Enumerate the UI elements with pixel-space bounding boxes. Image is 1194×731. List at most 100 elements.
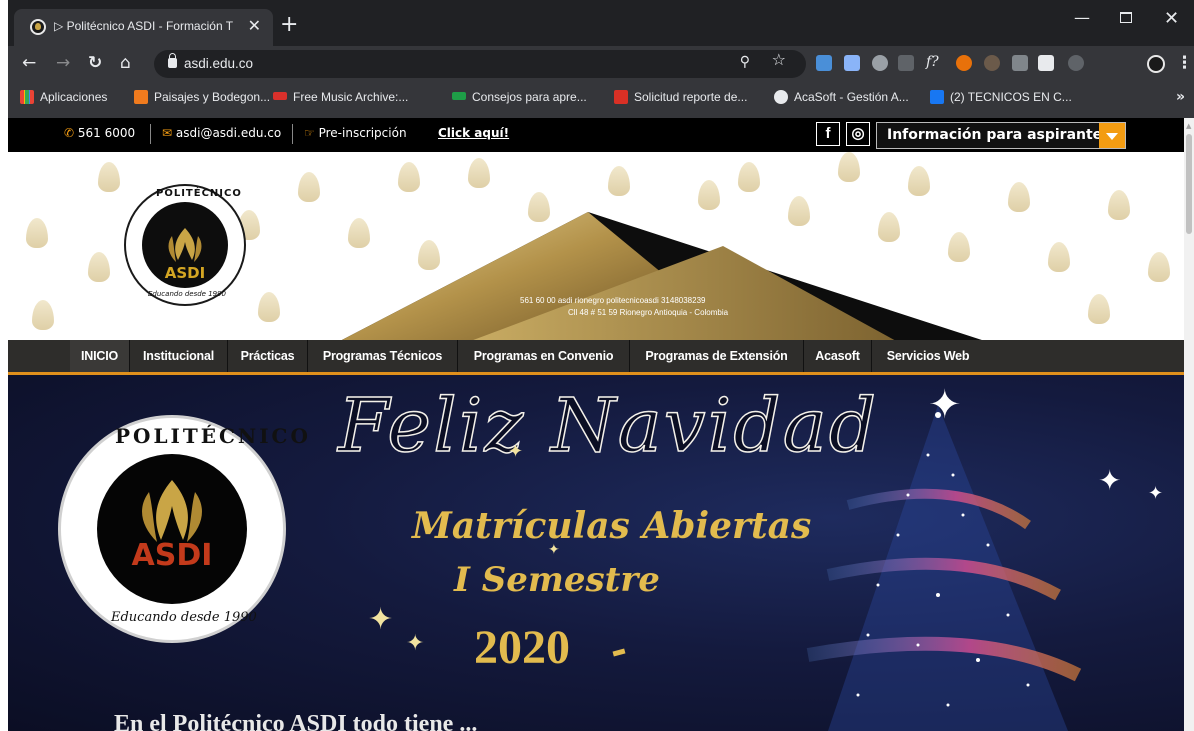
back-arrow-icon[interactable]: ←	[22, 54, 36, 72]
url-text[interactable]: asdi.edu.co	[184, 56, 253, 71]
seal-arc-text: POLITÉCNICO	[115, 424, 311, 448]
tab-title: ▷ Politécnico ASDI - Formación T	[54, 19, 234, 33]
extension-eye-icon[interactable]	[956, 55, 972, 71]
tab-close-icon[interactable]: ✕	[248, 16, 261, 35]
bookmark-label: Paisajes y Bodegon...	[154, 90, 271, 104]
site-header: ASDI POLITÉCNICO Educando desde 1990 561…	[8, 152, 1184, 340]
scroll-up-icon[interactable]: ▲	[1186, 122, 1191, 130]
menu-kebab-icon[interactable]: ⋮	[1176, 53, 1193, 73]
leaf-decoration	[1148, 252, 1170, 282]
lock-icon[interactable]	[168, 53, 177, 68]
seal-emblem-icon	[142, 480, 202, 542]
extension-formula-icon[interactable]: f?	[926, 54, 939, 70]
site-favicon-icon	[30, 19, 46, 35]
preinscripcion-link[interactable]: ☞ Pre-inscripción	[304, 126, 407, 140]
forward-arrow-icon[interactable]: →	[56, 54, 70, 72]
extension-bird-icon[interactable]	[984, 55, 1000, 71]
bookmarks-bar: Aplicaciones Paisajes y Bodegon... Free …	[8, 82, 1194, 114]
bookmark-b-icon	[134, 90, 148, 104]
sparkle-star-icon: ✦	[1098, 464, 1122, 497]
nav-practicas[interactable]: Prácticas	[228, 340, 308, 372]
bookmark-item[interactable]: AcaSoft - Gestión A...	[774, 90, 909, 104]
banner-footer-text: En el Politécnico ASDI todo tiene ...	[114, 711, 478, 731]
bookmarks-overflow-icon[interactable]: »	[1176, 89, 1185, 105]
nav-acasoft[interactable]: Acasoft	[804, 340, 872, 372]
leaf-decoration	[258, 292, 280, 322]
nav-institucional[interactable]: Institucional	[130, 340, 228, 372]
browser-window: ▷ Politécnico ASDI - Formación T ✕ + — ✕…	[8, 0, 1194, 118]
dash-mark	[612, 648, 626, 657]
bookmark-apps[interactable]: Aplicaciones	[20, 90, 107, 104]
page-scrollbar[interactable]: ▲	[1184, 118, 1194, 731]
divider	[150, 124, 151, 144]
scrollbar-thumb[interactable]	[1186, 134, 1192, 234]
tab-strip: ▷ Politécnico ASDI - Formación T ✕ + — ✕	[8, 0, 1194, 46]
extension-cube-icon[interactable]	[816, 55, 832, 71]
tab-active[interactable]: ▷ Politécnico ASDI - Formación T ✕	[14, 9, 273, 46]
bookmark-green-icon	[452, 92, 466, 100]
web-page: ✆ 561 6000 ✉ asdi@asdi.edu.co ☞ Pre-insc…	[8, 118, 1184, 731]
email-link[interactable]: ✉ asdi@asdi.edu.co	[162, 126, 281, 140]
bookmark-item[interactable]: (2) TECNICOS EN C...	[930, 90, 1072, 104]
envelope-icon: ✉	[162, 126, 173, 140]
email-address: asdi@asdi.edu.co	[175, 126, 282, 140]
phone-icon: ✆	[64, 126, 75, 140]
minimize-icon[interactable]: —	[1074, 8, 1090, 27]
nav-programas-convenio[interactable]: Programas en Convenio	[458, 340, 630, 372]
bookmark-item[interactable]: Consejos para apre...	[452, 90, 587, 104]
bookmark-item[interactable]: Solicitud reporte de...	[614, 90, 747, 104]
reload-icon[interactable]: ↻	[88, 54, 102, 72]
extension-record-icon[interactable]	[872, 55, 888, 71]
sparkle-star-icon: ✦	[406, 631, 425, 656]
extension-pen-icon[interactable]	[1012, 55, 1028, 71]
leaf-decoration	[88, 252, 110, 282]
bookmark-label: (2) TECNICOS EN C...	[950, 90, 1072, 104]
leaf-decoration	[738, 162, 760, 192]
facebook-icon[interactable]: f	[816, 122, 840, 146]
extension-docs-icon[interactable]	[844, 55, 860, 71]
aspirantes-dropdown[interactable]: Información para aspirantes	[876, 122, 1126, 149]
profile-avatar[interactable]	[1147, 55, 1165, 73]
window-close-icon[interactable]: ✕	[1164, 8, 1179, 29]
extension-gray-icon[interactable]	[1068, 55, 1084, 71]
logo-tagline: Educando desde 1990	[148, 290, 227, 298]
nav-programas-extension[interactable]: Programas de Extensión	[630, 340, 804, 372]
bookmark-fma-icon	[273, 92, 287, 100]
leaf-decoration	[468, 158, 490, 188]
extension-image-icon[interactable]	[1038, 55, 1054, 71]
bookmark-label: Solicitud reporte de...	[634, 90, 748, 104]
instagram-icon[interactable]: ◎	[846, 122, 870, 146]
leaf-decoration	[32, 300, 54, 330]
chevron-down-icon[interactable]	[1099, 123, 1125, 148]
address-bar[interactable]: asdi.edu.co ⚲ ☆	[154, 50, 806, 78]
phone-link[interactable]: ✆ 561 6000	[64, 126, 135, 140]
click-here-link[interactable]: Click aquí!	[438, 126, 509, 140]
header-address-line: Cll 48 # 51 59 Rionegro Antioquia - Colo…	[568, 308, 729, 317]
header-logo[interactable]: ASDI POLITÉCNICO Educando desde 1990	[124, 184, 246, 306]
seal-tagline: Educando desde 1990	[111, 610, 257, 625]
restore-icon[interactable]	[1120, 12, 1132, 23]
bookmark-item[interactable]: Free Music Archive:...	[273, 90, 408, 104]
nav-inicio[interactable]: INICIO	[70, 340, 130, 372]
new-tab-button[interactable]: +	[280, 14, 298, 36]
leaf-decoration	[1008, 182, 1030, 212]
facebook-icon	[930, 90, 944, 104]
extension-mask-icon[interactable]	[898, 55, 914, 71]
matriculas-abiertas-text: Matrículas Abiertas	[412, 505, 812, 547]
acasoft-icon	[774, 90, 788, 104]
preinscripcion-label: Pre-inscripción	[318, 126, 407, 140]
bookmark-label: Free Music Archive:...	[293, 90, 409, 104]
pointing-hand-icon: ☞	[304, 126, 315, 140]
logo-asdi-text: ASDI	[164, 264, 206, 282]
nav-programas-tecnicos[interactable]: Programas Técnicos	[308, 340, 458, 372]
home-icon[interactable]: ⌂	[120, 54, 131, 72]
year-text: 2020	[474, 621, 570, 674]
bookmark-star-icon[interactable]: ☆	[772, 52, 786, 68]
nav-servicios-web[interactable]: Servicios Web	[872, 340, 984, 372]
hero-banner[interactable]: ASDI POLITÉCNICO Educando desde 1990 Fel…	[8, 375, 1184, 731]
sparkle-star-icon: ✦	[368, 602, 394, 637]
semestre-text: I Semestre	[454, 560, 660, 600]
bookmark-item[interactable]: Paisajes y Bodegon...	[134, 90, 270, 104]
search-icon[interactable]: ⚲	[740, 54, 750, 70]
leaf-decoration	[908, 166, 930, 196]
